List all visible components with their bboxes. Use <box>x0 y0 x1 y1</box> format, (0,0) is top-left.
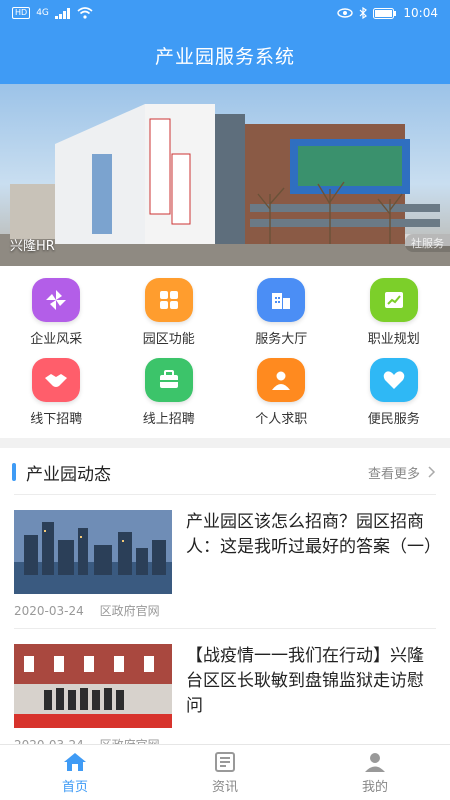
banner-caption: 兴隆HR <box>10 239 55 254</box>
grid-item-job-seeking[interactable]: 个人求职 <box>225 350 338 430</box>
tab-label: 首页 <box>61 779 88 795</box>
grid-label: 便民服务 <box>367 412 420 427</box>
news-thumbnail <box>14 644 172 728</box>
grid-label: 服务大厅 <box>255 332 308 347</box>
bottom-nav: 首页 资讯 我的 <box>0 744 450 800</box>
signal-icon <box>54 7 70 19</box>
news-title: 产业园区该怎么招商？园区招商人：这是我听过最好的答案（一） <box>186 512 441 557</box>
news-date: 2020-03-24 <box>14 604 84 618</box>
profile-icon <box>365 752 385 772</box>
bluetooth-icon <box>359 7 368 19</box>
section-divider <box>14 494 436 495</box>
news-thumbnail <box>14 510 172 594</box>
page-title: 产业园服务系统 <box>154 45 295 68</box>
news-item[interactable]: 【战疫情一一我们在行动】兴隆台区区长耿敏到盘锦监狱走访慰问 2020-03-24… <box>14 644 436 752</box>
clock: 10:04 <box>403 6 438 20</box>
trend-icon <box>369 278 418 322</box>
grid-label: 企业风采 <box>30 332 83 347</box>
battery-icon <box>373 7 397 19</box>
section-accent-bar <box>12 463 16 481</box>
wifi-icon <box>77 7 93 19</box>
banner-carousel[interactable]: 兴隆HR 社服务 <box>0 84 450 266</box>
tab-label: 我的 <box>361 779 388 795</box>
tab-home[interactable]: 首页 <box>0 745 150 800</box>
person-icon <box>257 358 306 402</box>
home-icon <box>64 752 86 771</box>
view-more-label: 查看更多 <box>367 466 420 482</box>
section-separator <box>0 438 450 448</box>
handshake-icon <box>32 358 81 402</box>
grid-item-online-recruit[interactable]: 线上招聘 <box>113 350 226 430</box>
news-section-header: 产业园动态 查看更多 <box>0 450 450 494</box>
grid-icon <box>144 278 193 322</box>
grid-item-career-planning[interactable]: 职业规划 <box>338 270 450 350</box>
briefcase-icon <box>144 358 193 402</box>
grid-label: 个人求职 <box>255 412 308 427</box>
section-title: 产业园动态 <box>12 460 111 485</box>
status-left: HD 4G <box>12 7 93 19</box>
status-right: 10:04 <box>337 6 438 20</box>
top-bar: HD 4G 10:04 产业园服务系统 <box>0 0 450 84</box>
grid-label: 线下招聘 <box>30 412 83 427</box>
grid-item-service-hall[interactable]: 服务大厅 <box>225 270 338 350</box>
grid-label: 线上招聘 <box>142 412 195 427</box>
grid-item-park-functions[interactable]: 园区功能 <box>113 270 226 350</box>
banner-watermark: 社服务 <box>405 234 450 252</box>
section-title-text: 产业园动态 <box>26 464 111 485</box>
news-item[interactable]: 产业园区该怎么招商？园区招商人：这是我听过最好的答案（一） 2020-03-24… <box>14 510 441 620</box>
building-icon <box>257 278 306 322</box>
grid-item-offline-recruit[interactable]: 线下招聘 <box>0 350 113 430</box>
feature-grid: 企业风采 园区功能 服务大厅 职业规划 线下招聘 线上招聘 个人求职 便民服务 <box>0 270 450 436</box>
chevron-right-icon <box>428 466 436 478</box>
news-meta: 2020-03-24 区政府官网 <box>14 602 160 619</box>
status-bar: HD 4G 10:04 <box>0 0 450 26</box>
grid-label: 职业规划 <box>367 332 420 347</box>
grid-item-convenience[interactable]: 便民服务 <box>338 350 450 430</box>
tab-news[interactable]: 资讯 <box>150 745 300 800</box>
heart-icon <box>369 358 418 402</box>
view-more-link[interactable]: 查看更多 <box>368 463 436 482</box>
tab-label: 资讯 <box>211 779 238 795</box>
news-divider <box>14 628 436 629</box>
pinwheel-icon <box>32 278 81 322</box>
network-type: 4G <box>36 8 49 18</box>
grid-item-company[interactable]: 企业风采 <box>0 270 113 350</box>
tab-profile[interactable]: 我的 <box>300 745 450 800</box>
news-icon <box>215 751 235 772</box>
hd-badge: HD <box>12 7 31 19</box>
eye-icon <box>337 8 354 18</box>
grid-label: 园区功能 <box>142 332 195 347</box>
news-source: 区政府官网 <box>99 604 160 618</box>
banner-image <box>0 104 450 266</box>
news-title: 【战疫情一一我们在行动】兴隆台区区长耿敏到盘锦监狱走访慰问 <box>186 646 424 716</box>
